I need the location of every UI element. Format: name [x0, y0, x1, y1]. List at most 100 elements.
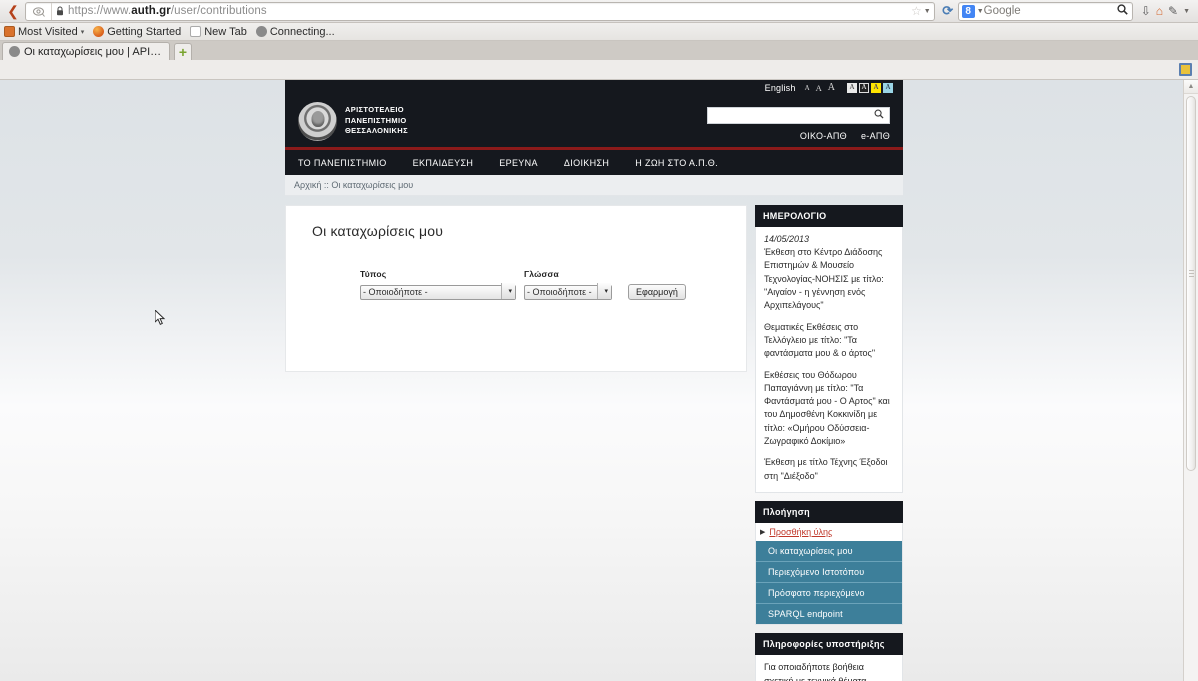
- calendar-box-body: 14/05/2013 Έκθεση στο Κέντρο Διάδοσης Επ…: [755, 227, 903, 493]
- site-search-input[interactable]: [713, 109, 874, 122]
- calendar-item[interactable]: Έκθεση στο Κέντρο Διάδοσης Επιστημών & Μ…: [764, 246, 894, 313]
- calendar-item[interactable]: Έκθεση με τίτλο Τέχνης Έξοδοι στη "Διέξο…: [764, 456, 894, 483]
- new-tab-button[interactable]: +: [174, 43, 192, 60]
- site-masthead: ΑΡΙΣΤΟΤΕΛΕΙΟ ΠΑΝΕΠΙΣΤΗΜΙΟ ΘΕΣΣΑΛΟΝΙΚΗΣ Ο…: [285, 95, 903, 150]
- address-bar[interactable]: https://www.auth.gr/user/contributions ☆…: [25, 1, 935, 21]
- site-logo[interactable]: ΑΡΙΣΤΟΤΕΛΕΙΟ ΠΑΝΕΠΙΣΤΗΜΙΟ ΘΕΣΣΑΛΟΝΙΚΗΣ: [285, 101, 408, 141]
- filter-language-group: Γλώσσα - Οποιοδήποτε -: [524, 269, 612, 300]
- sidebar-item-my-contributions[interactable]: Οι καταχωρίσεις μου: [756, 541, 902, 562]
- filter-type-select-wrap[interactable]: - Οποιοδήποτε -: [360, 282, 516, 300]
- university-seal-icon: [298, 101, 337, 141]
- font-size-small-button[interactable]: A: [805, 84, 810, 92]
- page-favicon-icon: [9, 46, 20, 57]
- bookmark-getting-started[interactable]: Getting Started: [93, 26, 181, 38]
- back-arrow-icon[interactable]: ❮: [4, 2, 22, 21]
- contrast-inverted-button[interactable]: A: [859, 82, 869, 93]
- most-visited-icon: [4, 26, 15, 37]
- calendar-box: ΗΜΕΡΟΛΟΓΙΟ 14/05/2013 Έκθεση στο Κέντρο …: [755, 205, 903, 493]
- site-utility-bar: English A A A A A A A: [285, 80, 903, 95]
- filter-language-select[interactable]: - Οποιοδήποτε -: [524, 284, 612, 300]
- search-engine-icon[interactable]: 8: [961, 4, 975, 18]
- font-size-medium-button[interactable]: A: [816, 83, 822, 93]
- customize-icon[interactable]: ✎: [1168, 4, 1178, 18]
- chevron-down-icon: ▾: [80, 28, 85, 36]
- add-content-link[interactable]: Προσθήκη ύλης: [769, 527, 832, 537]
- nav-item-life-at-auth[interactable]: Η ΖΩΗ ΣΤΟ Α.Π.Θ.: [635, 158, 718, 168]
- contrast-default-button[interactable]: A: [847, 82, 857, 93]
- navigation-list: ▶ Προσθήκη ύλης Οι καταχωρίσεις μου Περι…: [755, 523, 903, 625]
- home-icon[interactable]: ⌂: [1156, 4, 1163, 18]
- extension-bar: [0, 60, 1198, 80]
- plus-icon: +: [178, 44, 188, 60]
- calendar-item[interactable]: Εκθέσεις του Θόδωρου Παπαγιάννη με τίτλο…: [764, 369, 894, 449]
- bullet-arrow-icon: ▶: [760, 528, 766, 536]
- bookmark-new-tab[interactable]: New Tab: [190, 26, 247, 38]
- university-name-line2: ΠΑΝΕΠΙΣΤΗΜΙΟ: [345, 115, 407, 125]
- nav-item-university[interactable]: ΤΟ ΠΑΝΕΠΙΣΤΗΜΙΟ: [298, 158, 387, 168]
- page-title: Οι καταχωρίσεις μου: [312, 223, 444, 239]
- bookmark-label: Connecting...: [269, 25, 335, 38]
- filter-type-group: Τύπος - Οποιοδήποτε -: [360, 269, 516, 300]
- sidebar-item-recent-content[interactable]: Πρόσφατο περιεχόμενο: [756, 583, 902, 604]
- calendar-box-title: ΗΜΕΡΟΛΟΓΙΟ: [755, 205, 903, 227]
- page-icon: [255, 26, 267, 37]
- site-container: English A A A A A A A ΑΡΙΣΤΟΤΕΛΕΙΟ ΠΑΝΕΠ…: [285, 80, 903, 681]
- search-icon[interactable]: [874, 109, 884, 122]
- contrast-yellow-button[interactable]: A: [871, 82, 881, 93]
- tab-active[interactable]: Οι καταχωρίσεις μου | ΑΡΙΣΤΟ...: [2, 42, 170, 60]
- apply-filter-button[interactable]: Εφαρμογή: [628, 284, 686, 300]
- support-box: Πληροφορίες υποστήριξης Για οποιαδήποτε …: [755, 633, 903, 681]
- link-e-apth[interactable]: e-ΑΠΘ: [861, 131, 890, 141]
- browser-chrome: ❮ https://www.auth.gr/user/contributions…: [0, 0, 1198, 80]
- contrast-options: A A A A: [847, 82, 893, 93]
- bookmark-most-visited[interactable]: Most Visited ▾: [4, 26, 84, 38]
- mouse-cursor: [154, 308, 166, 326]
- nav-item-education[interactable]: ΕΚΠΑΙΔΕΥΣΗ: [413, 158, 474, 168]
- reload-icon[interactable]: ⟳: [938, 3, 958, 19]
- scroll-up-arrow-icon[interactable]: ▲: [1184, 80, 1198, 94]
- nav-item-administration[interactable]: ΔΙΟΙΚΗΣΗ: [564, 158, 609, 168]
- bookmark-star-icon[interactable]: ☆: [911, 4, 922, 18]
- firefox-icon: [93, 26, 105, 37]
- sidebar-item-add-content[interactable]: ▶ Προσθήκη ύλης: [756, 523, 902, 541]
- university-name-line3: ΘΕΣΣΑΛΟΝΙΚΗΣ: [345, 126, 408, 136]
- browser-search-input[interactable]: Google: [984, 5, 1117, 17]
- tab-strip-filler: [192, 41, 1198, 60]
- language-switch-link[interactable]: English: [765, 83, 796, 93]
- filter-type-select[interactable]: - Οποιοδήποτε -: [360, 284, 516, 300]
- extension-icon[interactable]: [1179, 63, 1192, 76]
- sidebar-item-site-content[interactable]: Περιεχόμενο Ιστοτόπου: [756, 562, 902, 583]
- scrollbar-grip-icon: [1189, 270, 1194, 277]
- sidebar-item-sparql-endpoint[interactable]: SPARQL endpoint: [756, 604, 902, 624]
- link-oiko-apth[interactable]: ΟΙΚΟ-ΑΠΘ: [800, 131, 847, 141]
- overflow-chevron-icon[interactable]: ▼: [1183, 8, 1190, 15]
- scrollbar-thumb[interactable]: [1186, 96, 1196, 471]
- site-main-navigation: ΤΟ ΠΑΝΕΠΙΣΤΗΜΙΟ ΕΚΠΑΙΔΕΥΣΗ ΕΡΕΥΝΑ ΔΙΟΙΚΗ…: [285, 150, 903, 175]
- lock-icon: [52, 6, 68, 16]
- font-size-large-button[interactable]: A: [828, 82, 835, 93]
- page-viewport: English A A A A A A A ΑΡΙΣΤΟΤΕΛΕΙΟ ΠΑΝΕΠ…: [0, 80, 1198, 681]
- identity-icon[interactable]: [26, 2, 52, 20]
- url-scheme: https://www.: [68, 5, 132, 17]
- filter-language-select-wrap[interactable]: - Οποιοδήποτε -: [524, 282, 612, 300]
- contributions-filter-form: Τύπος - Οποιοδήποτε - Γλώσσα - Οποιοδήπο…: [312, 269, 724, 300]
- download-icon[interactable]: ⇩: [1141, 4, 1151, 18]
- calendar-item[interactable]: Θεματικές Εκθέσεις στο Τελλόγλειο με τίτ…: [764, 321, 894, 361]
- contrast-cyan-button[interactable]: A: [883, 82, 893, 93]
- site-search-box[interactable]: [707, 107, 890, 124]
- breadcrumb: Αρχική :: Οι καταχωρίσεις μου: [285, 175, 903, 196]
- vertical-scrollbar[interactable]: ▲ ▼: [1183, 80, 1198, 681]
- address-bar-icons: ☆ ▼: [911, 4, 934, 18]
- chevron-down-icon[interactable]: ▼: [924, 8, 931, 15]
- calendar-date: 14/05/2013: [764, 234, 810, 244]
- new-tab-icon: [190, 26, 202, 37]
- search-icon[interactable]: [1117, 4, 1132, 18]
- support-box-title: Πληροφορίες υποστήριξης: [755, 633, 903, 655]
- search-engine-chevron-icon[interactable]: ▼: [977, 8, 984, 15]
- navigation-box-title: Πλοήγηση: [755, 501, 903, 523]
- tab-strip: Οι καταχωρίσεις μου | ΑΡΙΣΤΟ... +: [0, 41, 1198, 60]
- support-line-1: Για οποιαδήποτε βοήθεια σχετική με τεχνι…: [764, 662, 867, 681]
- nav-item-research[interactable]: ΕΡΕΥΝΑ: [499, 158, 538, 168]
- bookmark-connecting[interactable]: Connecting...: [255, 25, 335, 38]
- browser-search-bar[interactable]: 8 ▼ Google: [957, 1, 1133, 21]
